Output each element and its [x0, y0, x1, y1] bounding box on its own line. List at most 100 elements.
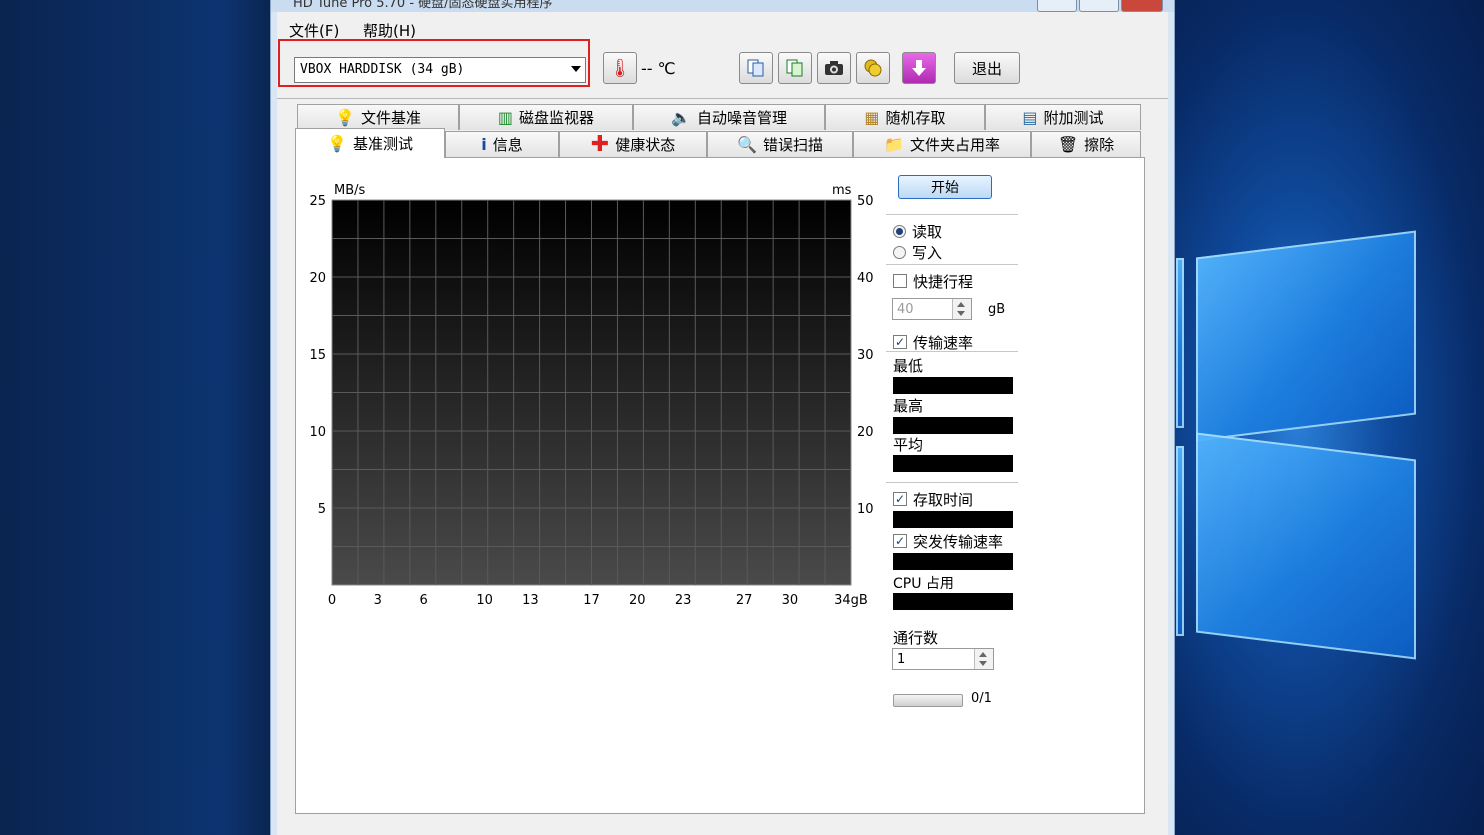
info-icon: i — [481, 135, 487, 154]
y-left-tick-label: 25 — [309, 194, 326, 209]
minimize-button[interactable] — [1037, 0, 1077, 12]
windows-logo-pane — [1176, 258, 1184, 428]
magnifier-icon: 🔍 — [737, 135, 757, 154]
tab-noise-management[interactable]: 🔈 自动噪音管理 — [633, 104, 825, 130]
divider — [886, 264, 1018, 265]
write-label: 写入 — [912, 244, 943, 262]
burst-rate-label: 突发传输速率 — [913, 533, 1004, 551]
stepper-arrows-icon[interactable] — [952, 299, 971, 319]
folder-icon: 📁 — [884, 135, 904, 154]
copy-icon — [747, 59, 764, 77]
y-left-tick-label: 5 — [318, 502, 326, 517]
tab-label: 文件夹占用率 — [909, 136, 1000, 154]
maximize-button[interactable] — [1079, 0, 1119, 12]
tab-label: 磁盘监视器 — [519, 109, 595, 127]
copy-image-button[interactable] — [778, 52, 812, 84]
close-button[interactable] — [1121, 0, 1163, 12]
windows-logo-pane — [1196, 432, 1416, 660]
x-tick-label: 20 — [629, 593, 646, 608]
coins-icon — [864, 59, 882, 77]
write-radio[interactable] — [893, 246, 906, 259]
menu-help[interactable]: 帮助(H) — [363, 20, 416, 41]
window-chart-icon: ▤ — [1022, 108, 1038, 127]
tab-label: 错误扫描 — [762, 136, 823, 154]
save-button[interactable] — [902, 52, 936, 84]
tab-label: 健康状态 — [615, 136, 676, 154]
tab-disk-monitor[interactable]: ▥ 磁盘监视器 — [459, 104, 633, 130]
y-left-tick-label: 10 — [309, 425, 326, 440]
transfer-rate-checkbox[interactable]: ✓ — [893, 335, 907, 349]
chevron-down-icon — [571, 66, 581, 72]
tab-label: 文件基准 — [360, 109, 421, 127]
tab-benchmark[interactable]: 💡 基准测试 — [295, 128, 445, 158]
trash-icon: 🗑 — [1057, 135, 1079, 154]
tab-label: 自动噪音管理 — [696, 109, 787, 127]
min-label: 最低 — [893, 357, 924, 375]
y-right-tick-label: 30 — [857, 348, 874, 363]
cpu-usage-label: CPU 占用 — [893, 576, 954, 592]
short-stroke-stepper[interactable]: 40 — [892, 298, 972, 320]
tab-erase[interactable]: 🗑 擦除 — [1031, 131, 1141, 157]
start-button[interactable]: 开始 — [898, 175, 992, 199]
progress-text: 0/1 — [971, 691, 992, 706]
exit-button[interactable]: 退出 — [954, 52, 1020, 84]
passes-stepper[interactable]: 1 — [892, 648, 994, 670]
read-label: 读取 — [912, 223, 943, 241]
copy-text-button[interactable] — [739, 52, 773, 84]
lightbulb-file-icon: 💡 — [335, 108, 355, 127]
divider — [886, 351, 1018, 352]
cpu-usage-value-box — [893, 593, 1013, 610]
burst-rate-checkbox[interactable]: ✓ — [893, 534, 907, 548]
lightbulb-icon: 💡 — [327, 134, 347, 153]
divider — [886, 214, 1018, 215]
left-axis-unit: MB/s — [334, 183, 366, 198]
tab-error-scan[interactable]: 🔍 错误扫描 — [707, 131, 853, 157]
short-stroke-checkbox[interactable] — [893, 274, 907, 288]
stepper-arrows-icon[interactable] — [974, 649, 993, 669]
chart-grid — [332, 200, 851, 585]
title-bar[interactable]: HD Tune Pro 5.70 - 硬盘/固态硬盘实用程序 — [271, 0, 1174, 12]
tab-label: 附加测试 — [1043, 109, 1104, 127]
windows-logo-pane — [1176, 446, 1184, 636]
red-cross-icon: ✚ — [590, 132, 610, 157]
passes-label: 通行数 — [893, 629, 939, 647]
tab-extra-tests[interactable]: ▤ 附加测试 — [985, 104, 1141, 130]
speaker-icon: 🔈 — [671, 108, 691, 127]
x-tick-label: 6 — [419, 593, 427, 608]
access-time-value-box — [893, 511, 1013, 528]
tab-file-benchmark[interactable]: 💡 文件基准 — [297, 104, 459, 130]
access-time-checkbox[interactable]: ✓ — [893, 492, 907, 506]
y-left-tick-label: 20 — [309, 271, 326, 286]
menu-file[interactable]: 文件(F) — [289, 20, 339, 41]
drive-select-value: VBOX HARDDISK (34 gB) — [300, 62, 465, 77]
thermometer-icon: 🌡 — [608, 57, 632, 79]
drive-select[interactable]: VBOX HARDDISK (34 gB) — [294, 57, 586, 83]
bar-chart-icon: ▥ — [497, 108, 514, 127]
x-tick-label: 0 — [328, 593, 336, 608]
tab-label: 随机存取 — [885, 109, 946, 127]
tab-random-access[interactable]: ▦ 随机存取 — [825, 104, 985, 130]
window-title: HD Tune Pro 5.70 - 硬盘/固态硬盘实用程序 — [293, 0, 553, 11]
transfer-rate-label: 传输速率 — [913, 334, 974, 352]
read-radio[interactable] — [893, 225, 906, 238]
copy-image-icon — [786, 59, 803, 77]
avg-value-box — [893, 455, 1013, 472]
temperature-button[interactable]: 🌡 — [603, 52, 637, 84]
x-tick-label: 30 — [782, 593, 799, 608]
app-window: HD Tune Pro 5.70 - 硬盘/固态硬盘实用程序 文件(F) 帮助(… — [270, 0, 1175, 835]
tab-folder-usage[interactable]: 📁 文件夹占用率 — [853, 131, 1031, 157]
x-tick-label: 23 — [675, 593, 692, 608]
options-button[interactable] — [856, 52, 890, 84]
tab-info[interactable]: i 信息 — [445, 131, 559, 157]
x-tick-label: 13 — [522, 593, 539, 608]
tab-health[interactable]: ✚ 健康状态 — [559, 131, 707, 157]
divider — [886, 482, 1018, 483]
short-stroke-value: 40 — [897, 302, 914, 317]
short-stroke-unit: gB — [988, 302, 1006, 317]
screenshot-button[interactable] — [817, 52, 851, 84]
tab-label: 擦除 — [1084, 136, 1115, 154]
camera-icon — [825, 61, 843, 75]
download-arrow-icon — [912, 60, 926, 76]
max-label: 最高 — [893, 397, 924, 415]
y-right-tick-label: 20 — [857, 425, 874, 440]
